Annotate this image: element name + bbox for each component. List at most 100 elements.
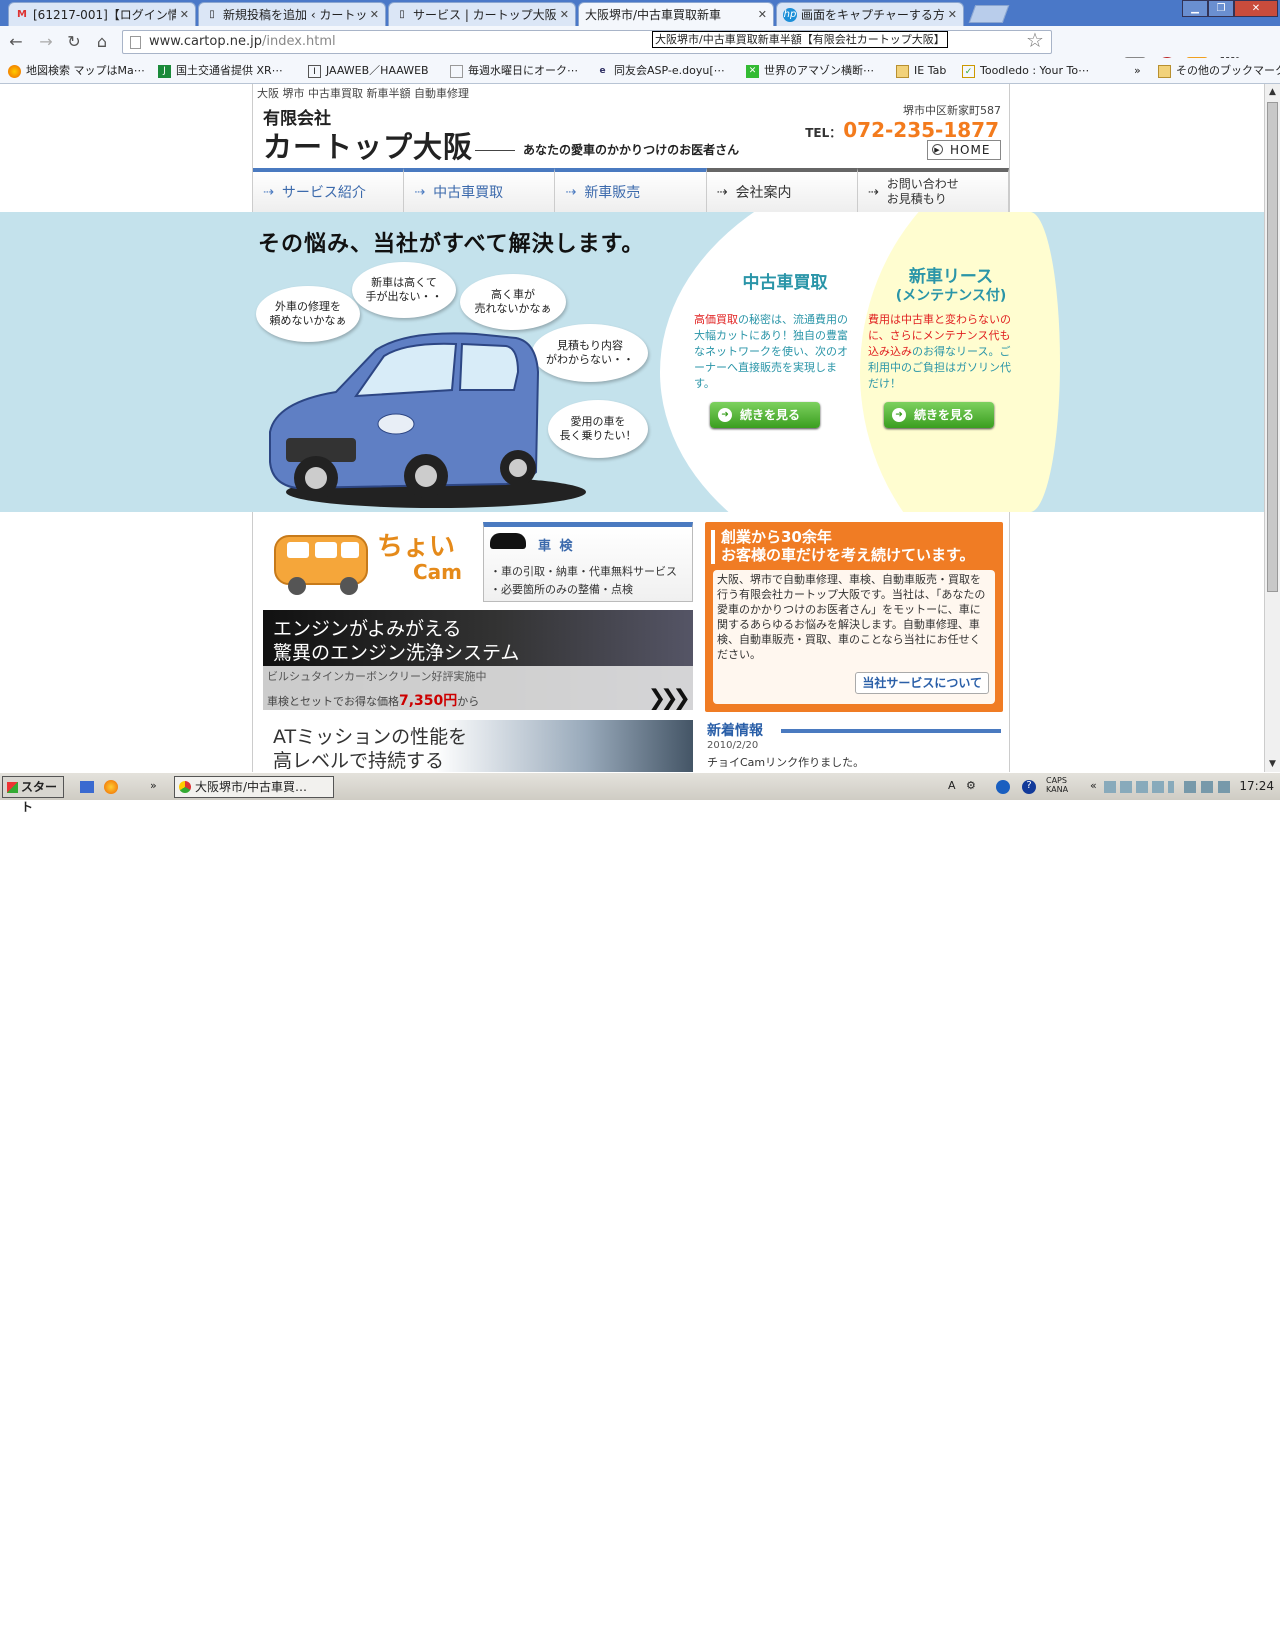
ime-tools-icon[interactable]: ⚙ — [966, 779, 976, 792]
bookmark-item[interactable]: J 国土交通省提供 XR⋯ — [158, 62, 283, 80]
bookmark-item[interactable]: e 同友会ASP-e.doyu[⋯ — [596, 62, 724, 80]
page-icon: ▯ — [209, 9, 215, 20]
tab-capture[interactable]: hp画面をキャプチャーする方法 |✕ — [776, 2, 964, 26]
restore-button[interactable]: ❐ — [1208, 0, 1234, 17]
chevron-right-icon: ❯❯❯ — [647, 686, 691, 710]
phone-number: TEL： 072-235-1877 — [805, 118, 999, 142]
scroll-up-icon[interactable]: ▲ — [1265, 84, 1280, 100]
url-path: /index.html — [261, 34, 336, 49]
page-icon: I — [308, 64, 321, 78]
arrow-right-icon: ⇢ — [263, 184, 274, 200]
choicam-banner[interactable]: ちょい Cam — [265, 520, 465, 600]
arrow-right-icon: ⇢ — [565, 184, 577, 200]
news-item[interactable]: チョイCamリンク作りました。 — [707, 754, 864, 770]
page-icon: ▯ — [399, 9, 405, 20]
bookmarks-bar: 地図検索 マップはMa⋯ J 国土交通省提供 XR⋯ I JAAWEB／HAAWEB… — [0, 58, 1280, 84]
close-window-button[interactable]: ✕ — [1234, 0, 1278, 17]
minimize-button[interactable]: ▁ — [1182, 0, 1208, 17]
nav-contact[interactable]: ⇢ お問い合わせ お見積もり — [857, 168, 1010, 212]
new-tab-button[interactable] — [968, 5, 1010, 23]
about-text: 大阪、堺市で自動車修理、車検、自動車販売・買取を行う有限会社カートップ大阪です。… — [717, 573, 986, 661]
site-header: 大阪 堺市 中古車買取 新車半額 自動車修理 有限会社 カートップ大阪 あなたの… — [252, 84, 1010, 170]
desktop-icon[interactable] — [80, 781, 94, 793]
home-button[interactable]: ▶ HOME — [927, 140, 1001, 160]
home-icon[interactable]: ⌂ — [90, 31, 114, 53]
engine-clean-banner[interactable]: エンジンがよみがえる 驚異のエンジン洗浄システム ビルシュタインカーボンクリーン… — [263, 610, 693, 710]
tab-strip: M[61217-001]【ログイン情報編✕ ▯新規投稿を追加 ‹ カートップ✕ … — [0, 0, 1280, 26]
vertical-scrollbar[interactable]: ▲ ▼ — [1264, 84, 1280, 772]
nav-used-car-buy[interactable]: ⇢ 中古車買取 — [404, 168, 556, 212]
browser-chrome: M[61217-001]【ログイン情報編✕ ▯新規投稿を追加 ‹ カートップ✕ … — [0, 0, 1280, 84]
url-host: www.cartop.ne.jp — [149, 34, 262, 49]
site-icon: e — [599, 65, 606, 76]
bookmarks-overflow-button[interactable]: » — [1134, 62, 1141, 80]
back-icon[interactable]: ← — [4, 31, 28, 53]
about-heading: 創業から30余年 お客様の車だけを考え続けています。 — [721, 528, 975, 564]
news-title: 新着情報 — [707, 723, 763, 739]
reload-icon[interactable]: ↻ — [62, 31, 86, 53]
folder-icon — [896, 64, 909, 78]
site-tagline: 大阪 堺市 中古車買取 新車半額 自動車修理 — [257, 87, 469, 100]
site-logo-name[interactable]: カートップ大阪 — [263, 124, 473, 166]
forward-icon[interactable]: → — [34, 31, 58, 53]
quicklaunch-overflow[interactable]: » — [150, 779, 157, 792]
bookmark-item[interactable]: 地図検索 マップはMa⋯ — [8, 62, 145, 80]
nav-service[interactable]: ⇢ サービス紹介 — [253, 168, 405, 212]
arrow-right-icon: ⇢ — [414, 184, 426, 200]
page-icon — [130, 36, 141, 49]
nav-company[interactable]: ⇢ 会社案内 — [706, 168, 858, 212]
scroll-down-icon[interactable]: ▼ — [1265, 756, 1280, 772]
bookmark-star-icon[interactable]: ☆ — [1026, 28, 1044, 52]
bookmark-item[interactable]: 毎週水曜日にオーク⋯ — [450, 62, 578, 80]
ime-icon[interactable]: A — [948, 779, 956, 792]
title-tooltip: 大阪堺市/中古車買取新車半額【有限会社カートップ大阪】 — [652, 31, 948, 48]
arrow-right-icon: ⇢ — [867, 184, 879, 200]
help-icon[interactable]: ? — [1022, 780, 1036, 794]
tab-close-icon[interactable]: ✕ — [948, 8, 957, 21]
clock[interactable]: 17:24 — [1239, 779, 1274, 793]
news-date: 2010/2/20 — [707, 740, 759, 751]
bookmark-item[interactable]: I JAAWEB／HAAWEB — [308, 62, 429, 80]
nav-new-car-sales[interactable]: ⇢ 新車販売 — [555, 168, 707, 212]
tab-close-icon[interactable]: ✕ — [560, 8, 569, 21]
shaken-banner[interactable]: 車 検 ・車の引取・納車・代車無料サービス ・必要箇所のみの整備・点検 — [483, 522, 693, 602]
bookmark-item[interactable]: ✓ Toodledo : Your To⋯ — [962, 62, 1089, 80]
car-icon — [490, 533, 526, 549]
firefox-icon[interactable] — [104, 780, 118, 794]
chrome-icon — [179, 781, 191, 793]
windows-taskbar: スタート » 大阪堺市/中古車買… A ⚙ ? CAPS KANA « 17:24 — [0, 772, 1280, 814]
other-bookmarks[interactable]: その他のブックマーク — [1158, 62, 1280, 80]
play-icon: ▶ — [932, 144, 943, 155]
tray-expand-icon[interactable]: « — [1090, 779, 1097, 792]
browser-toolbar: ← → ↻ ⌂ www.cartop.ne.jp/index.html M4 B… — [0, 26, 1280, 79]
taskbar-chrome-item[interactable]: 大阪堺市/中古車買… — [174, 776, 334, 798]
gmail-icon: M — [17, 9, 27, 20]
tab-service[interactable]: ▯サービス | カートップ大阪のホ✕ — [388, 2, 576, 26]
tray-network-volume-icons[interactable] — [1184, 781, 1230, 793]
tab-gmail[interactable]: M[61217-001]【ログイン情報編✕ — [8, 2, 196, 26]
arrow-right-icon: ⇢ — [716, 184, 728, 200]
tab-close-icon[interactable]: ✕ — [370, 8, 379, 21]
page-icon — [450, 64, 463, 78]
news-section: 新着情報 2010/2/20 チョイCamリンク作りました。 — [705, 720, 1003, 772]
folder-icon — [1158, 64, 1171, 78]
at-mission-banner[interactable]: ATミッションの性能を 高レベルで持続する — [263, 720, 693, 772]
tab-new-post[interactable]: ▯ 新規投稿を追加 ‹ カートップ ✕ — [198, 2, 386, 26]
map-icon — [8, 64, 21, 78]
start-button[interactable]: スタート — [2, 776, 64, 814]
tray-icons[interactable] — [1104, 781, 1174, 793]
about-service-button[interactable]: 当社サービスについて — [855, 672, 989, 694]
ime-lang-icon[interactable] — [996, 780, 1010, 794]
company-address: 堺市中区新家町587 — [903, 104, 1001, 117]
caps-kana-indicator: CAPS KANA — [1046, 776, 1069, 794]
tab-close-icon[interactable]: ✕ — [180, 8, 189, 21]
tab-close-icon[interactable]: ✕ — [758, 8, 767, 21]
bookmark-item[interactable]: ✕ 世界のアマゾン横断⋯ — [746, 62, 874, 80]
global-nav: ⇢ サービス紹介 ⇢ 中古車買取 ⇢ 新車販売 ⇢ 会社案内 ⇢ お問い合わせ お見積もり — [252, 168, 1010, 212]
scroll-thumb[interactable] — [1267, 102, 1278, 592]
page-viewport: その悩み、当社がすべて解決します。 外車の修理を 頼めないかなぁ 新車は高くて 手が… — [0, 84, 1264, 772]
site-icon: ✕ — [746, 64, 759, 78]
bookmark-item[interactable]: IE Tab — [896, 62, 946, 80]
tab-cartop-active[interactable]: 大阪堺市/中古車買取新車 ✕ — [578, 2, 774, 26]
site-motto: あなたの愛車のかかりつけのお医者さん — [523, 143, 740, 157]
